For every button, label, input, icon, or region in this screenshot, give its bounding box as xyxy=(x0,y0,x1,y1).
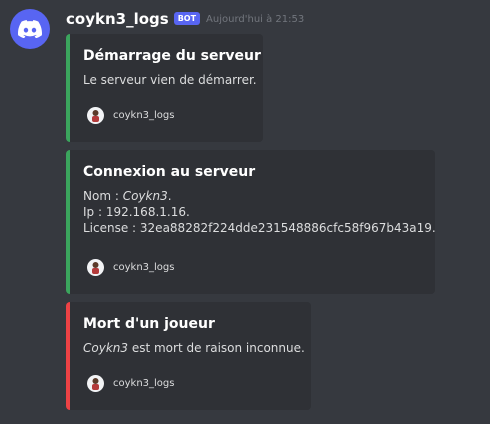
footer-text: coykn3_logs xyxy=(113,378,175,389)
embed-title: Démarrage du serveur xyxy=(83,48,261,64)
footer-text: coykn3_logs xyxy=(113,110,175,121)
embed-footer: coykn3_logs xyxy=(87,375,174,392)
embed-title: Mort d'un joueur xyxy=(83,316,215,332)
embed-server-start: Démarrage du serveur Le serveur vien de … xyxy=(66,34,263,142)
nom-value: Coykn3 xyxy=(122,189,168,203)
author-username[interactable]: coykn3_logs xyxy=(66,10,169,28)
nom-suffix: . xyxy=(167,189,172,203)
embed-footer: coykn3_logs xyxy=(87,259,174,276)
embed-ip-line: Ip : 192.168.1.16. xyxy=(83,205,190,219)
embed-description: Coykn3 est mort de raison inconnue. xyxy=(83,340,305,356)
embed-description: Le serveur vien de démarrer. xyxy=(83,72,257,88)
footer-avatar-icon xyxy=(87,375,104,392)
message-header: coykn3_logs BOT Aujourd'hui à 21:53 xyxy=(66,10,304,28)
embed-death-line: Coykn3 est mort de raison inconnue. xyxy=(83,340,305,356)
embed-description-line: Le serveur vien de démarrer. xyxy=(83,73,257,87)
message-timestamp[interactable]: Aujourd'hui à 21:53 xyxy=(206,14,304,25)
player-name: Coykn3 xyxy=(83,341,129,355)
footer-avatar-icon xyxy=(87,107,104,124)
nom-label: Nom : xyxy=(83,189,123,203)
avatar[interactable] xyxy=(10,9,50,49)
footer-avatar-icon xyxy=(87,259,104,276)
embed-server-connection: Connexion au serveur Nom : Coykn3. Ip : … xyxy=(66,150,436,294)
embed-footer: coykn3_logs xyxy=(87,107,174,124)
death-text: est mort de raison inconnue. xyxy=(128,341,305,355)
footer-text: coykn3_logs xyxy=(113,262,175,273)
embed-title: Connexion au serveur xyxy=(83,164,256,180)
embed-description: Nom : Coykn3. Ip : 192.168.1.16. License… xyxy=(83,188,436,236)
bot-badge: BOT xyxy=(173,11,201,25)
embed-player-death: Mort d'un joueur Coykn3 est mort de rais… xyxy=(66,302,311,410)
discord-logo-icon xyxy=(18,20,42,38)
embed-nom-line: Nom : Coykn3. xyxy=(83,188,421,204)
embed-license-line: License : 32ea88282f224dde231548886cfc58… xyxy=(83,221,436,235)
